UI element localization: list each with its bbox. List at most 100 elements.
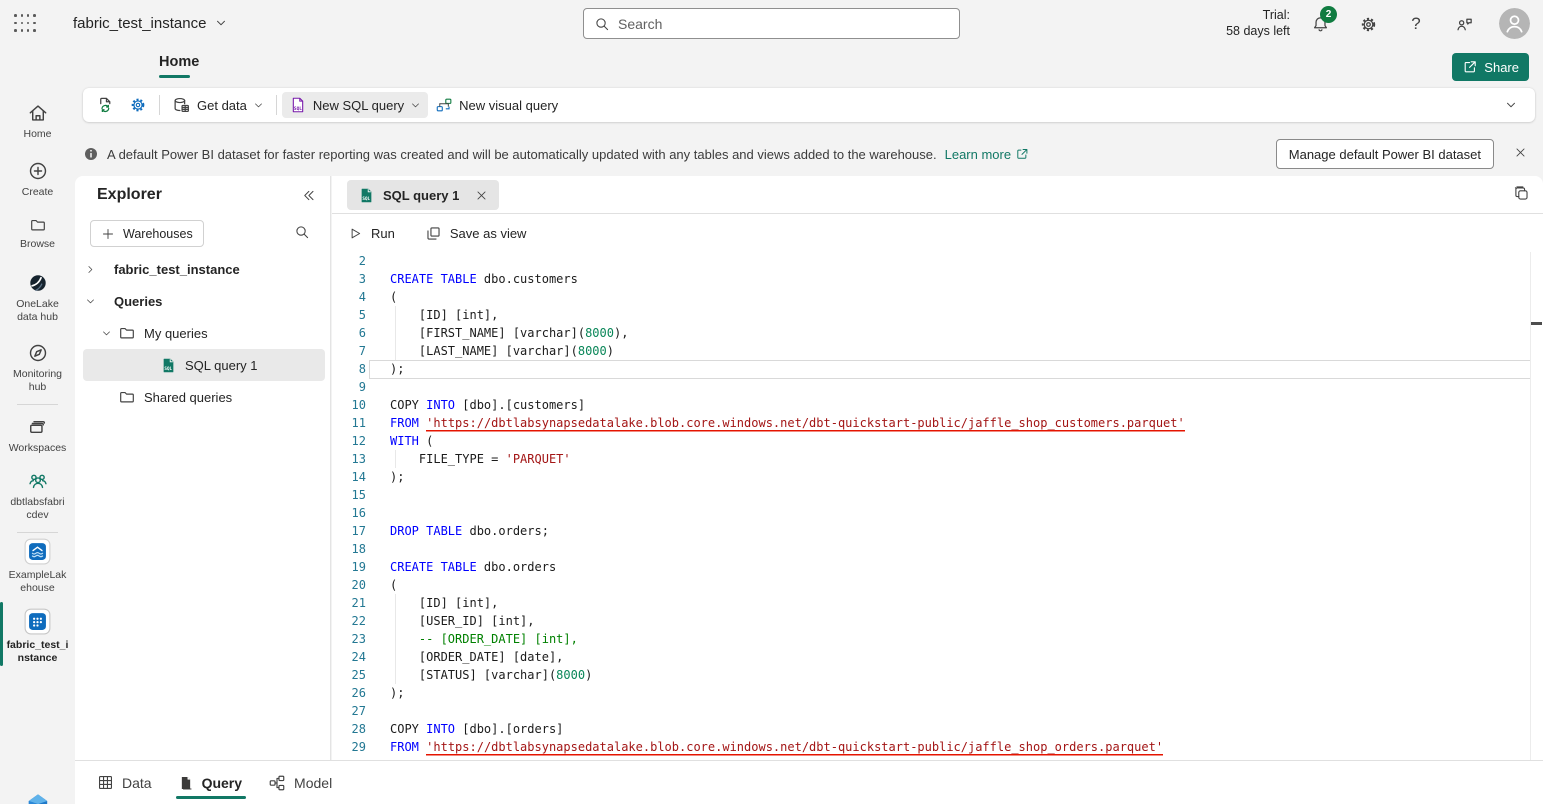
rail-item-onelake-data-hub[interactable]: OneLakedata hub (0, 272, 75, 324)
code-line-27[interactable]: 27 (332, 702, 1543, 720)
rail-item-workspaces[interactable]: Workspaces (0, 416, 75, 455)
code-line-23[interactable]: 23 -- [ORDER_DATE] [int], (332, 630, 1543, 648)
close-tab-icon[interactable] (475, 189, 488, 202)
learn-more-link[interactable]: Learn more (945, 147, 1029, 162)
code-text (366, 378, 390, 396)
new-visual-query-button[interactable]: New visual query (428, 92, 565, 118)
bottom-tab-model[interactable]: Model (268, 761, 332, 804)
line-number: 29 (332, 738, 366, 756)
code-text: ( (366, 576, 397, 594)
rail-item-dbtlabsfabricdev[interactable]: dbtlabsfabricdev (0, 470, 75, 522)
code-line-21[interactable]: 21 [ID] [int], (332, 594, 1543, 612)
query-tab[interactable]: SQL SQL query 1 (347, 180, 499, 210)
code-line-5[interactable]: 5 [ID] [int], (332, 306, 1543, 324)
code-line-22[interactable]: 22 [USER_ID] [int], (332, 612, 1543, 630)
rail-item-create[interactable]: Create (0, 160, 75, 199)
nav-rail: Home Create Browse OneLakedata hub Monitorin… (0, 46, 75, 804)
explorer-search-button[interactable] (294, 224, 310, 245)
code-line-9[interactable]: 9 (332, 378, 1543, 396)
chevron-down-icon (410, 100, 421, 111)
code-line-7[interactable]: 7 [LAST_NAME] [varchar](8000) (332, 342, 1543, 360)
account-avatar[interactable] (1499, 8, 1530, 39)
indent-guide (395, 306, 396, 324)
code-line-6[interactable]: 6 [FIRST_NAME] [varchar](8000), (332, 324, 1543, 342)
refresh-button[interactable] (89, 92, 122, 118)
chevron-down-icon[interactable] (84, 296, 96, 307)
tree-item-my-queries[interactable]: My queries (75, 317, 329, 349)
code-line-3[interactable]: 3CREATE TABLE dbo.customers (332, 270, 1543, 288)
search-input[interactable] (618, 16, 949, 32)
sql-code-editor[interactable]: 23CREATE TABLE dbo.customers4(5 [ID] [in… (332, 252, 1543, 760)
code-line-29[interactable]: 29FROM 'https://dbtlabsynapsedatalake.bl… (332, 738, 1543, 756)
workspace-title-dropdown[interactable]: fabric_test_instance (73, 0, 228, 46)
code-line-13[interactable]: 13 FILE_TYPE = 'PARQUET' (332, 450, 1543, 468)
copy-button[interactable] (1513, 185, 1530, 207)
feedback-button[interactable] (1451, 11, 1477, 37)
app-launcher-waffle-icon[interactable] (14, 13, 36, 33)
code-line-11[interactable]: 11FROM 'https://dbtlabsynapsedatalake.bl… (332, 414, 1543, 432)
code-line-15[interactable]: 15 (332, 486, 1543, 504)
share-button[interactable]: Share (1452, 53, 1529, 81)
plus-circle-icon (27, 160, 49, 182)
get-data-button[interactable]: Get data (165, 92, 271, 118)
code-line-4[interactable]: 4( (332, 288, 1543, 306)
folder-icon (29, 216, 47, 234)
code-lines: 23CREATE TABLE dbo.customers4(5 [ID] [in… (332, 252, 1543, 756)
run-button[interactable]: Run (348, 226, 395, 241)
rail-item-data-warehouse[interactable]: DataWarehouse (0, 790, 75, 804)
save-as-view-button[interactable]: Save as view (425, 225, 527, 242)
copy-icon (1513, 185, 1530, 202)
code-line-12[interactable]: 12WITH ( (332, 432, 1543, 450)
indent-guide (395, 648, 396, 666)
collapse-ribbon-button[interactable] (1497, 92, 1525, 118)
code-line-8[interactable]: 8); (332, 360, 1543, 378)
new-sql-query-button[interactable]: SQL New SQL query (282, 92, 428, 118)
rail-item-fabric-test-instance[interactable]: fabric_test_instance (0, 608, 75, 665)
banner-close-button[interactable] (1514, 146, 1527, 162)
help-button[interactable]: ? (1403, 11, 1429, 37)
code-line-18[interactable]: 18 (332, 540, 1543, 558)
rail-item-browse[interactable]: Browse (0, 216, 75, 251)
chevron-right-icon[interactable] (84, 264, 96, 275)
rail-item-label: fabric_test_instance (7, 639, 69, 665)
code-line-10[interactable]: 10COPY INTO [dbo].[customers] (332, 396, 1543, 414)
trial-status: Trial: 58 days left (1195, 7, 1290, 39)
chevron-down-icon[interactable] (100, 328, 112, 339)
info-banner: A default Power BI dataset for faster re… (83, 138, 1535, 170)
code-line-26[interactable]: 26); (332, 684, 1543, 702)
tree-item-sql-query-1[interactable]: SQLSQL query 1 (83, 349, 325, 381)
ribbon-toolbar: Get data SQL New SQL query New visual qu… (83, 88, 1535, 122)
code-text: ( (366, 288, 397, 306)
code-line-2[interactable]: 2 (332, 252, 1543, 270)
code-line-28[interactable]: 28COPY INTO [dbo].[orders] (332, 720, 1543, 738)
code-line-19[interactable]: 19CREATE TABLE dbo.orders (332, 558, 1543, 576)
code-line-14[interactable]: 14); (332, 468, 1543, 486)
settings-button[interactable] (1355, 11, 1381, 37)
rail-item-monitoring-hub[interactable]: Monitoringhub (0, 342, 75, 394)
rail-item-label: Browse (20, 238, 55, 251)
add-warehouses-button[interactable]: Warehouses (90, 220, 204, 247)
warehouse-settings-button[interactable] (122, 92, 154, 118)
code-line-25[interactable]: 25 [STATUS] [varchar](8000) (332, 666, 1543, 684)
tree-item-queries[interactable]: Queries (75, 285, 329, 317)
tree-item-fabric-test-instance[interactable]: fabric_test_instance (75, 253, 329, 285)
rail-item-home[interactable]: Home (0, 102, 75, 141)
info-icon (83, 146, 99, 162)
code-line-24[interactable]: 24 [ORDER_DATE] [date], (332, 648, 1543, 666)
manage-default-dataset-button[interactable]: Manage default Power BI dataset (1276, 139, 1494, 169)
bottom-tab-query[interactable]: Query (178, 761, 242, 804)
editor-scrollbar-track[interactable] (1530, 252, 1531, 760)
rail-item-label: Home (23, 128, 51, 141)
tree-item-shared-queries[interactable]: Shared queries (75, 381, 329, 413)
global-search[interactable] (583, 8, 960, 39)
indent-guide (395, 666, 396, 684)
collapse-explorer-button[interactable] (301, 188, 316, 208)
tab-home[interactable]: Home (159, 54, 199, 70)
code-line-20[interactable]: 20( (332, 576, 1543, 594)
bottom-tab-data[interactable]: Data (97, 761, 152, 804)
code-text (366, 702, 390, 720)
code-line-17[interactable]: 17DROP TABLE dbo.orders; (332, 522, 1543, 540)
rail-item-examplelakehouse[interactable]: ExampleLakehouse (0, 538, 75, 595)
code-line-16[interactable]: 16 (332, 504, 1543, 522)
svg-text:SQL: SQL (362, 195, 370, 201)
